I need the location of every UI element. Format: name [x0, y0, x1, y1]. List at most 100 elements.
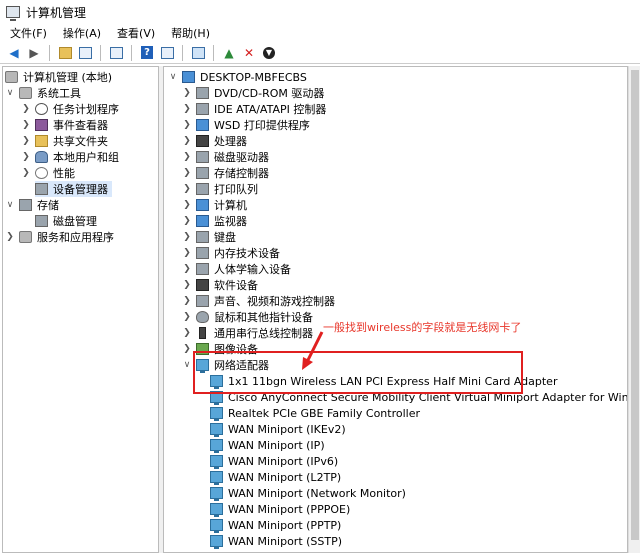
- chevron-down-icon[interactable]: ∨: [5, 88, 15, 98]
- tree-item-disk-management[interactable]: 磁盘管理: [35, 213, 97, 229]
- device-category[interactable]: ❯ IDE ATA/ATAPI 控制器: [182, 101, 326, 117]
- network-adapter-icon: [210, 519, 223, 533]
- monitor-icon: [196, 215, 209, 227]
- tree-item-services-apps[interactable]: ❯ 服务和应用程序: [5, 229, 114, 245]
- tree-label: 本地用户和组: [53, 151, 119, 164]
- speaker-icon: [196, 295, 209, 307]
- tree-item-system-tools[interactable]: ∨ 系统工具: [5, 85, 81, 101]
- tree-label: 共享文件夹: [53, 135, 108, 148]
- device-category[interactable]: ❯ 声音、视频和游戏控制器: [182, 293, 335, 309]
- device-category[interactable]: ❯ 软件设备: [182, 277, 258, 293]
- tree-item-storage[interactable]: ∨ 存储: [5, 197, 59, 213]
- chevron-right-icon[interactable]: ❯: [182, 168, 192, 178]
- vertical-scrollbar[interactable]: [628, 66, 640, 553]
- chevron-right-icon[interactable]: ❯: [182, 88, 192, 98]
- device-category[interactable]: ❯ 存储控制器: [182, 165, 269, 181]
- network-adapter-item[interactable]: WAN Miniport (SSTP): [210, 533, 342, 549]
- scan-hardware-icon[interactable]: ▲: [221, 45, 237, 61]
- device-category[interactable]: ❯ 打印队列: [182, 181, 258, 197]
- show-tree-icon[interactable]: [77, 45, 93, 61]
- device-category[interactable]: ❯ DVD/CD-ROM 驱动器: [182, 85, 324, 101]
- network-adapter-item[interactable]: WAN Miniport (L2TP): [210, 469, 341, 485]
- chevron-right-icon[interactable]: ❯: [182, 200, 192, 210]
- chevron-right-icon[interactable]: ❯: [182, 328, 192, 338]
- chevron-right-icon[interactable]: ❯: [182, 248, 192, 258]
- scrollbar-thumb[interactable]: [631, 70, 639, 540]
- chevron-right-icon[interactable]: ❯: [182, 312, 192, 322]
- network-adapter-item[interactable]: WAN Miniport (IKEv2): [210, 421, 346, 437]
- device-category[interactable]: ❯ 处理器: [182, 133, 247, 149]
- tree-label: 服务和应用程序: [37, 231, 114, 244]
- tree-item-performance[interactable]: ❯ 性能: [21, 165, 75, 181]
- chevron-right-icon[interactable]: ❯: [21, 104, 31, 114]
- annotation-highlight-box: [193, 351, 523, 394]
- tree-label: 任务计划程序: [53, 103, 119, 116]
- category-label: 声音、视频和游戏控制器: [214, 295, 335, 308]
- chevron-right-icon[interactable]: ❯: [182, 104, 192, 114]
- chevron-down-icon[interactable]: ∨: [182, 360, 192, 370]
- tree-item-task-scheduler[interactable]: ❯ 任务计划程序: [21, 101, 119, 117]
- chevron-right-icon[interactable]: ❯: [182, 280, 192, 290]
- network-adapter-item[interactable]: WAN Miniport (Network Monitor): [210, 485, 406, 501]
- monitor-icon[interactable]: [190, 45, 206, 61]
- menu-view[interactable]: 查看(V): [117, 25, 155, 41]
- category-label: 存储控制器: [214, 167, 269, 180]
- chevron-down-icon[interactable]: ∨: [5, 200, 15, 210]
- properties-icon[interactable]: [108, 45, 124, 61]
- services-icon: [19, 231, 32, 243]
- chevron-right-icon[interactable]: ❯: [182, 232, 192, 242]
- chevron-right-icon[interactable]: ❯: [21, 120, 31, 130]
- tree-item-computer-management[interactable]: 计算机管理 (本地): [5, 69, 112, 85]
- device-category[interactable]: ❯ WSD 打印提供程序: [182, 117, 310, 133]
- menu-help[interactable]: 帮助(H): [171, 25, 210, 41]
- disk-icon: [35, 215, 48, 227]
- tree-item-local-users[interactable]: ❯ 本地用户和组: [21, 149, 119, 165]
- device-category[interactable]: ❯ 监视器: [182, 213, 247, 229]
- device-category[interactable]: ❯ 计算机: [182, 197, 247, 213]
- device-category[interactable]: ❯ 鼠标和其他指针设备: [182, 309, 313, 325]
- device-category[interactable]: ❯ 通用串行总线控制器: [182, 325, 313, 341]
- back-arrow-icon[interactable]: ◀: [6, 45, 22, 61]
- chevron-right-icon[interactable]: ❯: [182, 120, 192, 130]
- computer-management-icon: [5, 71, 18, 83]
- tools-icon: [19, 87, 32, 99]
- update-driver-icon[interactable]: ▼: [261, 45, 277, 61]
- tree-item-shared-folders[interactable]: ❯ 共享文件夹: [21, 133, 108, 149]
- chevron-right-icon[interactable]: ❯: [182, 264, 192, 274]
- menu-file[interactable]: 文件(F): [10, 25, 47, 41]
- network-adapter-item[interactable]: WAN Miniport (PPTP): [210, 517, 341, 533]
- network-adapter-item[interactable]: Realtek PCIe GBE Family Controller: [210, 405, 420, 421]
- category-label: 键盘: [214, 231, 236, 244]
- chevron-right-icon[interactable]: ❯: [182, 152, 192, 162]
- device-category[interactable]: ❯ 人体学输入设备: [182, 261, 291, 277]
- tree-item-device-manager[interactable]: 设备管理器: [35, 181, 112, 197]
- chevron-right-icon[interactable]: ❯: [182, 344, 192, 354]
- folder-up-icon[interactable]: [57, 45, 73, 61]
- chevron-right-icon[interactable]: ❯: [21, 168, 31, 178]
- forward-arrow-icon[interactable]: ▶: [26, 45, 42, 61]
- chevron-right-icon[interactable]: ❯: [182, 216, 192, 226]
- network-adapter-item[interactable]: WAN Miniport (IP): [210, 437, 325, 453]
- chevron-right-icon[interactable]: ❯: [182, 296, 192, 306]
- network-adapter-icon: [210, 535, 223, 549]
- help-icon[interactable]: ?: [139, 45, 155, 61]
- chevron-right-icon[interactable]: ❯: [21, 136, 31, 146]
- device-category[interactable]: ❯ 磁盘驱动器: [182, 149, 269, 165]
- storage-controller-icon: [196, 167, 209, 179]
- device-category[interactable]: ❯ 键盘: [182, 229, 236, 245]
- chevron-down-icon[interactable]: ∨: [168, 72, 178, 82]
- tree-item-event-viewer[interactable]: ❯ 事件查看器: [21, 117, 108, 133]
- device-category[interactable]: ❯ 内存技术设备: [182, 245, 280, 261]
- chevron-right-icon[interactable]: ❯: [5, 232, 15, 242]
- chevron-right-icon[interactable]: ❯: [182, 184, 192, 194]
- network-adapter-item[interactable]: WAN Miniport (PPPOE): [210, 501, 350, 517]
- chevron-right-icon[interactable]: ❯: [182, 136, 192, 146]
- network-adapter-item[interactable]: WAN Miniport (IPv6): [210, 453, 338, 469]
- toolbar-separator: [131, 44, 132, 61]
- device-root[interactable]: ∨ DESKTOP-MBFECBS: [168, 69, 307, 85]
- console-icon[interactable]: [159, 45, 175, 61]
- uninstall-icon[interactable]: ✕: [241, 45, 257, 61]
- chevron-right-icon[interactable]: ❯: [21, 152, 31, 162]
- menu-action[interactable]: 操作(A): [63, 25, 101, 41]
- memory-device-icon: [196, 247, 209, 259]
